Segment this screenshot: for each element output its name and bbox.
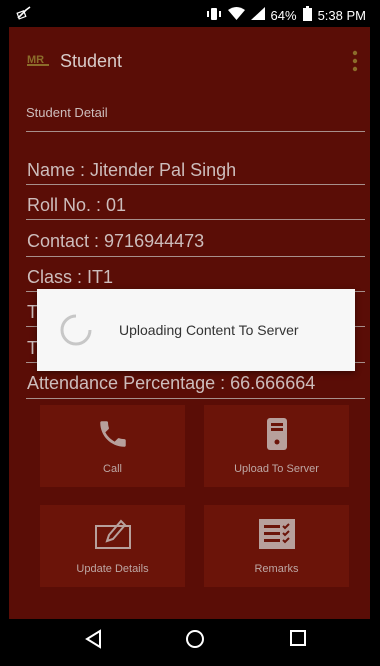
- divider: [26, 131, 365, 132]
- recents-icon[interactable]: [289, 629, 307, 647]
- section-title: Student Detail: [26, 105, 108, 120]
- student-class: Class : IT1: [27, 267, 114, 287]
- loading-spinner: [60, 314, 92, 346]
- back-icon[interactable]: [84, 629, 102, 649]
- vibrate-icon: [206, 7, 222, 24]
- app-bar: MR Student: [9, 27, 370, 82]
- update-label: Update Details: [76, 563, 149, 575]
- wifi-icon: [227, 7, 245, 23]
- student-name: Name : Jitender Pal Singh: [27, 160, 237, 180]
- upload-label: Upload To Server: [234, 463, 319, 475]
- attendance-percentage: Attendance Percentage : 66.666664: [27, 373, 316, 393]
- edit-icon: [94, 519, 131, 549]
- navigation-bar: [0, 619, 380, 666]
- remarks-label: Remarks: [254, 563, 299, 575]
- update-details-button[interactable]: Update Details: [40, 505, 185, 587]
- upload-to-server-button[interactable]: Upload To Server: [204, 405, 349, 487]
- battery-percent: 64%: [270, 7, 297, 23]
- call-button[interactable]: Call: [40, 405, 185, 487]
- app-title: Student: [60, 51, 123, 71]
- dialog-message: Uploading Content To Server: [119, 322, 299, 338]
- student-contact: Contact : 9716944473: [27, 231, 205, 251]
- clock: 5:38 PM: [317, 7, 366, 23]
- divider: [26, 219, 365, 220]
- overflow-menu-icon[interactable]: [352, 49, 358, 73]
- battery-icon: [302, 6, 312, 24]
- divider: [26, 256, 365, 257]
- divider: [26, 184, 365, 185]
- signal-icon: [250, 7, 265, 23]
- student-roll: Roll No. : 01: [27, 195, 127, 215]
- no-sim-icon: [16, 6, 32, 23]
- call-label: Call: [103, 463, 122, 475]
- status-bar: 64% 5:38 PM: [0, 0, 380, 27]
- remarks-button[interactable]: Remarks: [204, 505, 349, 587]
- divider: [26, 398, 365, 399]
- checklist-icon: [258, 519, 295, 549]
- progress-dialog: Uploading Content To Server: [37, 289, 355, 371]
- phone-icon: [99, 421, 126, 447]
- app-logo: MR: [27, 54, 49, 66]
- home-icon[interactable]: [185, 629, 205, 649]
- device-upload-icon: [266, 418, 287, 450]
